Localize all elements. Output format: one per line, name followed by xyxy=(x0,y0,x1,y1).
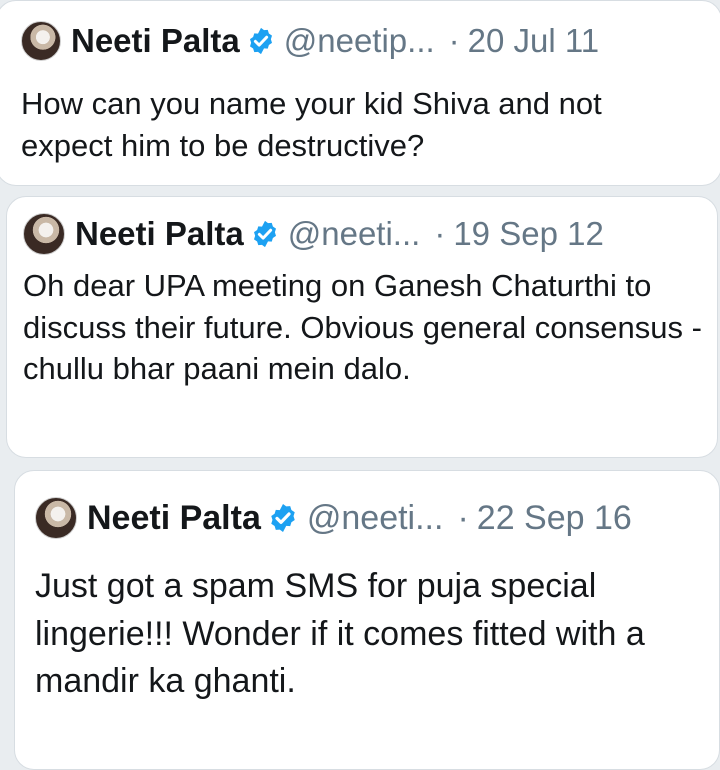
author-name[interactable]: Neeti Palta xyxy=(87,499,261,538)
tweet-header: Neeti Palta @neeti... · 19 Sep 12 xyxy=(23,213,604,255)
verified-badge-icon xyxy=(271,504,295,532)
tweet-card[interactable]: Neeti Palta @neetip... · 20 Jul 11 How c… xyxy=(0,0,720,186)
author-handle[interactable]: @neetip... xyxy=(284,22,435,60)
author-handle[interactable]: @neeti... xyxy=(307,499,444,538)
verified-badge-icon xyxy=(249,27,272,55)
avatar[interactable] xyxy=(35,497,77,539)
tweet-card[interactable]: Neeti Palta @neeti... · 22 Sep 16 Just g… xyxy=(14,470,720,770)
author-handle[interactable]: @neeti... xyxy=(288,215,421,253)
tweet-text: Just got a spam SMS for puja special lin… xyxy=(35,567,645,701)
avatar[interactable] xyxy=(21,21,61,61)
tweet-date[interactable]: 20 Jul 11 xyxy=(468,22,599,60)
tweet-text: Oh dear UPA meeting on Ganesh Chaturthi … xyxy=(23,268,702,387)
tweet-text: How can you name your kid Shiva and not … xyxy=(21,86,602,163)
separator-dot: · xyxy=(434,215,446,252)
tweet-date[interactable]: 19 Sep 12 xyxy=(453,215,603,253)
tweet-header: Neeti Palta @neeti... · 22 Sep 16 xyxy=(35,497,632,539)
avatar[interactable] xyxy=(23,213,65,255)
tweet-card[interactable]: Neeti Palta @neeti... · 19 Sep 12 Oh dea… xyxy=(6,196,718,458)
author-name[interactable]: Neeti Palta xyxy=(75,215,244,253)
author-name[interactable]: Neeti Palta xyxy=(71,22,240,60)
tweet-date[interactable]: 22 Sep 16 xyxy=(477,499,632,538)
tweet-header: Neeti Palta @neetip... · 20 Jul 11 xyxy=(21,21,599,61)
separator-dot: · xyxy=(448,22,460,59)
separator-dot: · xyxy=(457,498,469,537)
verified-badge-icon xyxy=(253,220,276,248)
